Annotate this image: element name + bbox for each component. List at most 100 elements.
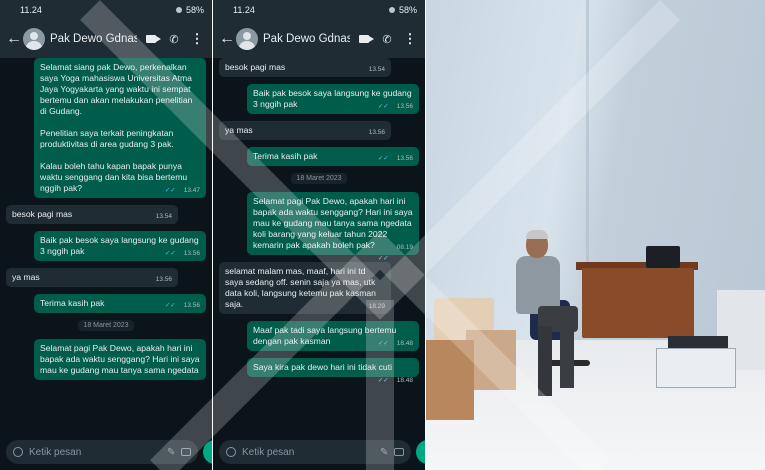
- cardboard-boxes: [426, 340, 474, 420]
- message-time: 13.56: [155, 276, 172, 283]
- back-arrow-icon[interactable]: ←: [219, 30, 235, 48]
- status-time: 11.24: [20, 5, 42, 15]
- message-text: besok pagi mas: [225, 62, 286, 72]
- message-list[interactable]: besok pagi mas 13.54 Baik pak besok saya l…: [213, 58, 425, 434]
- video-call-button[interactable]: [142, 32, 161, 46]
- desk: [582, 268, 694, 338]
- printer: [656, 348, 736, 388]
- message-time: 13.47: [183, 187, 200, 194]
- read-receipt-icon: ✓✓: [377, 155, 389, 162]
- message-time: 13.54: [155, 213, 172, 220]
- read-receipt-icon: ✓✓: [377, 340, 389, 347]
- attach-icon[interactable]: ✎: [380, 447, 388, 458]
- back-arrow-icon[interactable]: ←: [6, 30, 22, 48]
- camera-icon[interactable]: [181, 448, 192, 456]
- message-bubble-incoming[interactable]: ya mas 13.56: [6, 268, 178, 287]
- message-time: 18.48: [396, 377, 413, 384]
- message-time: 13.56: [396, 155, 413, 162]
- message-bubble-outgoing[interactable]: Selamat siang pak Dewo, perkenalkan saya…: [34, 58, 206, 198]
- message-text: Selamat pagi Pak Dewo, apakah hari ini b…: [40, 343, 202, 375]
- message-text: selamat malam mas, maaf, hari ini td say…: [225, 266, 379, 309]
- status-icons: 58%: [175, 5, 204, 15]
- message-bubble-outgoing[interactable]: Maaf pak tadi saya langsung bertemu deng…: [247, 321, 419, 351]
- message-input-container[interactable]: ✎: [219, 440, 412, 464]
- contact-name[interactable]: Pak Dewo Gdnasa: [50, 33, 137, 45]
- status-icons: 58%: [388, 5, 417, 15]
- message-text: Baik pak besok saya langsung ke gudang 3…: [40, 235, 202, 256]
- camera-icon[interactable]: [394, 448, 405, 456]
- voice-call-button[interactable]: ✆: [378, 33, 396, 46]
- read-receipt-icon: ✓✓: [164, 302, 176, 309]
- message-text: Selamat siang pak Dewo, perkenalkan saya…: [40, 62, 193, 193]
- input-bar: ✎: [0, 434, 212, 470]
- message-text: Baik pak besok saya langsung ke gudang 3…: [253, 88, 415, 109]
- message-text: Terima kasih pak: [253, 151, 318, 161]
- message-bubble-incoming[interactable]: ya mas 13.56: [219, 121, 391, 140]
- date-separator: 18 Maret 2023: [291, 173, 347, 184]
- office-photo: [426, 0, 765, 470]
- message-bubble-outgoing[interactable]: Baik pak besok saya langsung ke gudang 3…: [247, 84, 419, 114]
- chat-screenshot-left: 11.24 58% ← Pak Dewo Gdnasa ✆ ⋮ Selamat …: [0, 0, 212, 470]
- signal-icon: [175, 7, 182, 13]
- video-call-button[interactable]: [355, 32, 374, 46]
- message-bubble-incoming[interactable]: besok pagi mas 13.54: [219, 58, 391, 77]
- emoji-icon[interactable]: [13, 447, 23, 457]
- more-options-icon[interactable]: ⋮: [401, 31, 419, 47]
- message-text: ya mas: [12, 272, 40, 282]
- wall-corner: [586, 0, 589, 300]
- message-bubble-incoming[interactable]: selamat malam mas, maaf, hari ini td say…: [219, 262, 391, 314]
- battery-level: 58%: [398, 5, 417, 15]
- read-receipt-icon: ✓✓: [164, 250, 176, 257]
- chat-header: ← Pak Dewo Gdnasa ✆ ⋮: [213, 20, 425, 58]
- message-text: besok pagi mas: [12, 209, 73, 219]
- message-text: Selamat pagi Pak Dewo, apakah hari ini b…: [253, 196, 415, 250]
- status-bar: 11.24 58%: [0, 0, 212, 20]
- message-time: 13.54: [368, 66, 385, 73]
- person-leg: [538, 326, 552, 396]
- message-bubble-outgoing[interactable]: Saya kira pak dewo hari ini tidak cuti 18…: [247, 358, 419, 384]
- message-bubble-outgoing[interactable]: Terima kasih pak 13.56 ✓✓: [247, 147, 419, 166]
- read-receipt-icon: ✓✓: [377, 103, 389, 110]
- message-bubble-outgoing[interactable]: Baik pak besok saya langsung ke gudang 3…: [34, 231, 206, 261]
- voice-record-button[interactable]: [416, 440, 425, 464]
- contact-name[interactable]: Pak Dewo Gdnasa: [263, 33, 350, 45]
- status-time: 11.24: [233, 5, 255, 15]
- read-receipt-icon: ✓✓: [164, 187, 176, 194]
- message-time: 13.56: [183, 250, 200, 257]
- message-time: 13.56: [368, 129, 385, 136]
- video-camera-icon: [146, 35, 161, 43]
- message-text: Saya kira pak dewo hari ini tidak cuti: [253, 362, 393, 372]
- message-text: Terima kasih pak: [40, 298, 105, 308]
- person-hair: [526, 230, 548, 239]
- message-input[interactable]: [29, 446, 161, 458]
- message-time: 13.56: [183, 302, 200, 309]
- message-time: 18.48: [396, 340, 413, 347]
- voice-record-button[interactable]: [203, 440, 212, 464]
- message-text: ya mas: [225, 125, 253, 135]
- voice-call-button[interactable]: ✆: [165, 33, 183, 46]
- attach-icon[interactable]: ✎: [167, 447, 175, 458]
- message-input-container[interactable]: ✎: [6, 440, 199, 464]
- read-receipt-icon: ✓✓: [377, 377, 389, 384]
- video-camera-icon: [359, 35, 374, 43]
- status-bar: 11.24 58%: [213, 0, 425, 20]
- message-bubble-outgoing[interactable]: Selamat pagi Pak Dewo, apakah hari ini b…: [34, 339, 206, 380]
- person-leg: [560, 326, 574, 388]
- message-bubble-outgoing[interactable]: Selamat pagi Pak Dewo, apakah hari ini b…: [247, 192, 419, 262]
- input-bar: ✎: [213, 434, 425, 470]
- battery-level: 58%: [185, 5, 204, 15]
- chat-header: ← Pak Dewo Gdnasa ✆ ⋮: [0, 20, 212, 58]
- message-time: 13.56: [396, 103, 413, 110]
- message-time: 18.29: [368, 303, 385, 310]
- emoji-icon[interactable]: [226, 447, 236, 457]
- signal-icon: [388, 7, 395, 13]
- message-input[interactable]: [242, 446, 374, 458]
- chat-screenshot-right: 11.24 58% ← Pak Dewo Gdnasa ✆ ⋮ besok pa…: [213, 0, 425, 470]
- message-bubble-incoming[interactable]: besok pagi mas 13.54: [6, 205, 178, 224]
- message-bubble-outgoing[interactable]: Terima kasih pak 13.56 ✓✓: [34, 294, 206, 313]
- date-separator: 18 Maret 2023: [78, 320, 134, 331]
- avatar[interactable]: [23, 28, 45, 50]
- message-list[interactable]: Selamat siang pak Dewo, perkenalkan saya…: [0, 58, 212, 434]
- more-options-icon[interactable]: ⋮: [188, 31, 206, 47]
- avatar[interactable]: [236, 28, 258, 50]
